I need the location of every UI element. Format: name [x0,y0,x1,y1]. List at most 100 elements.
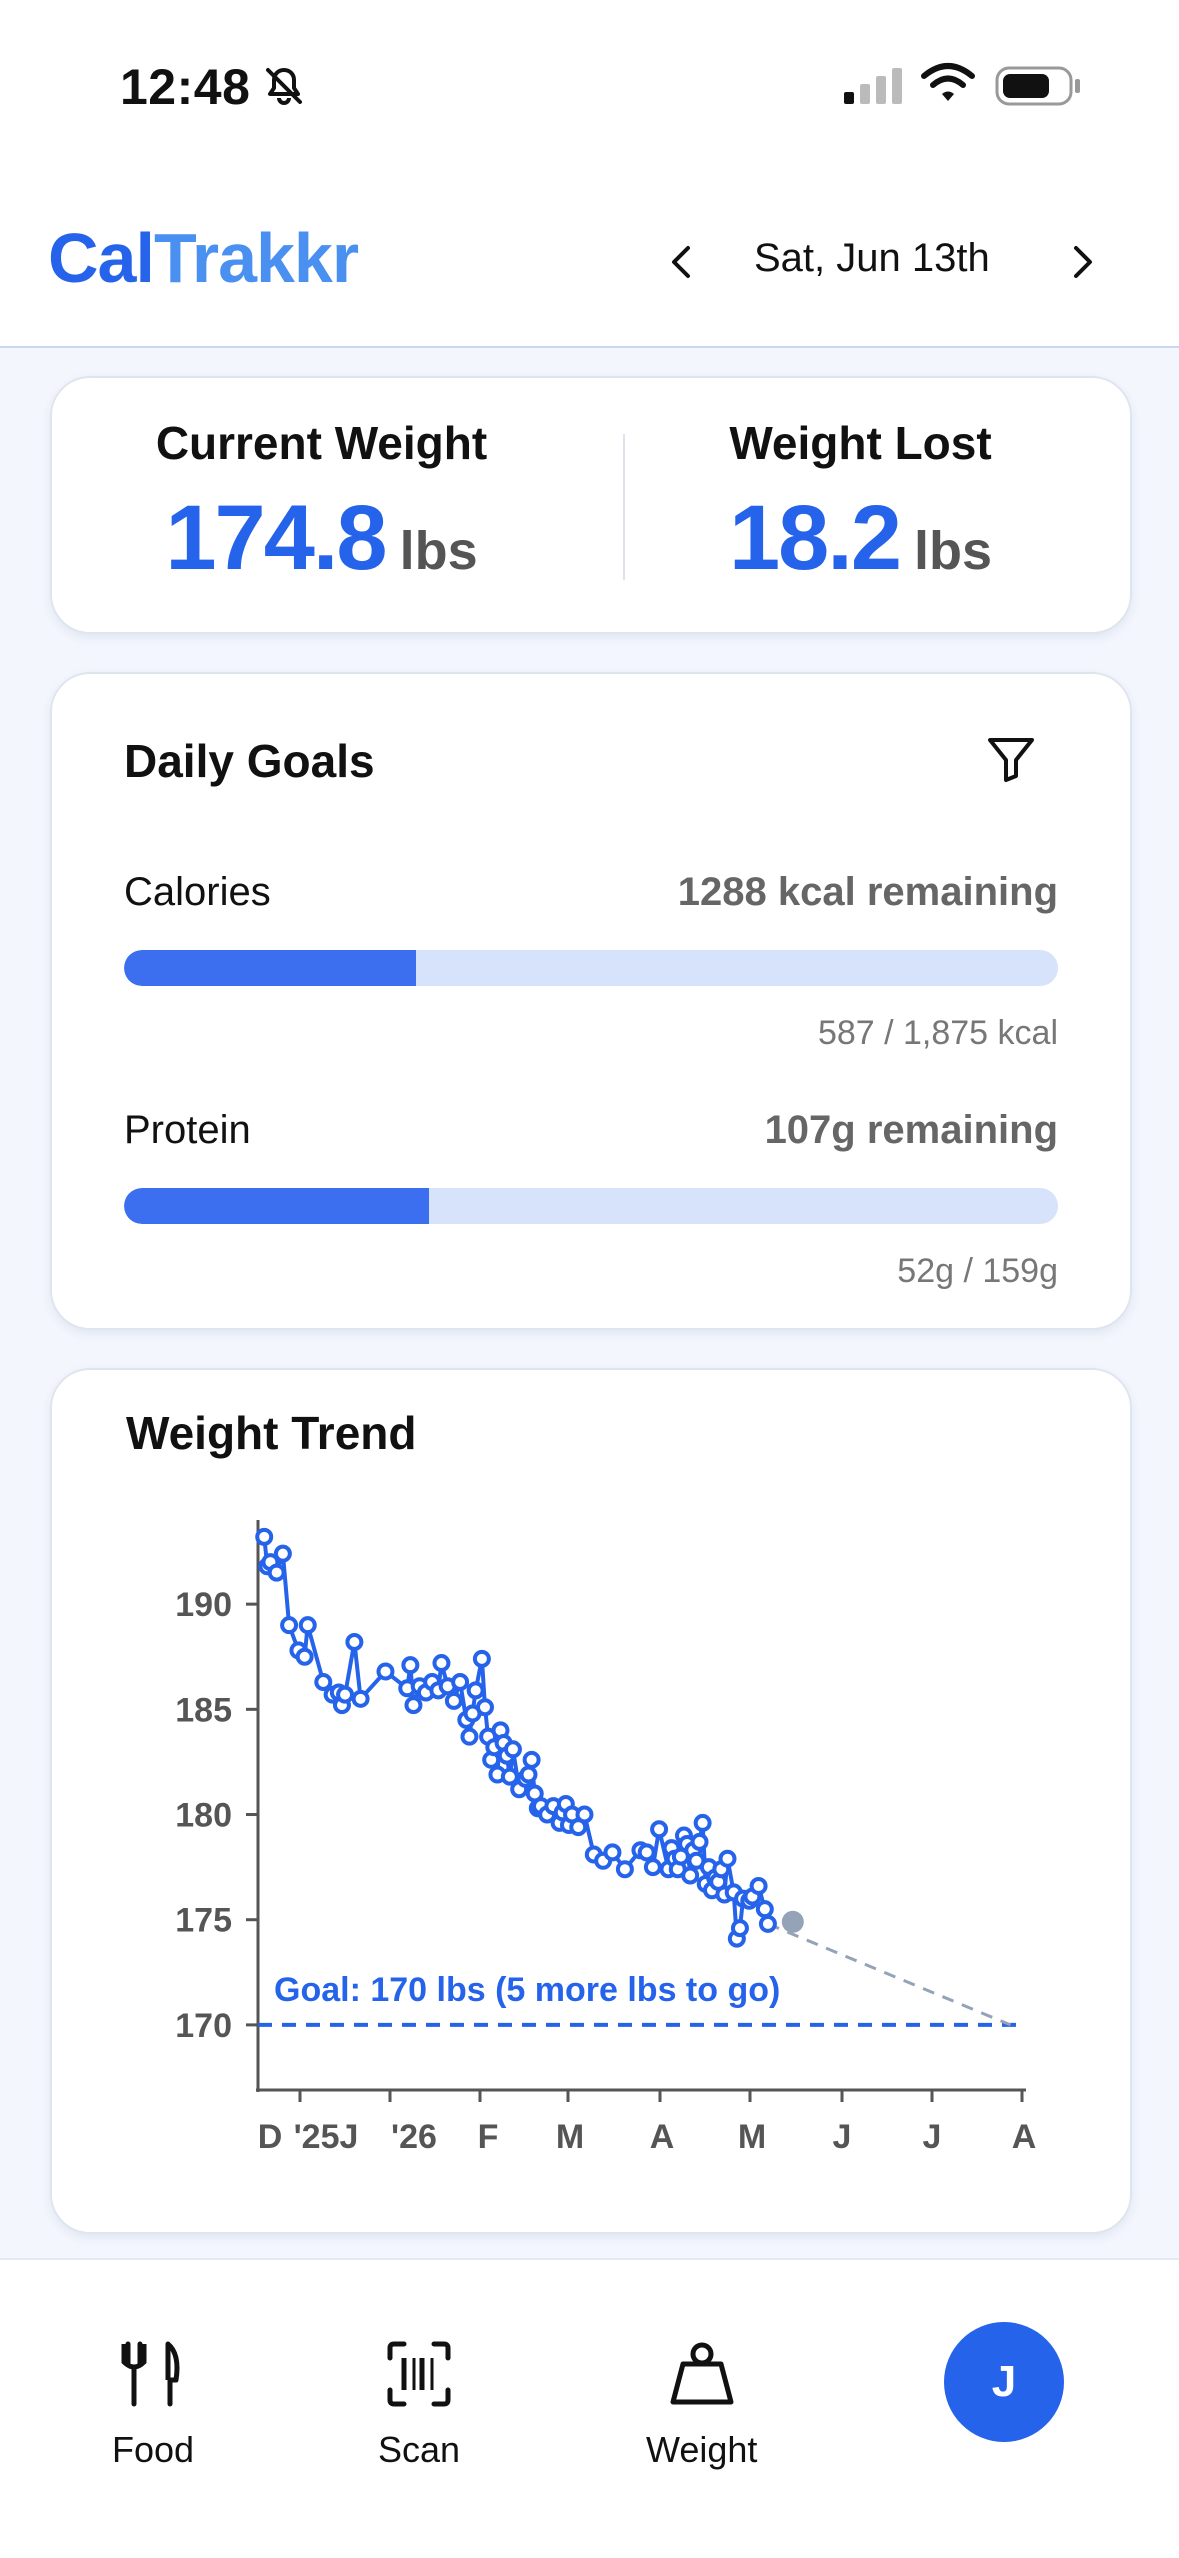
protein-detail: 52g / 159g [897,1252,1058,1290]
y-tick-label: 170 [175,2007,232,2045]
current-weight-label: Current Weight [155,417,488,469]
weight-lost-stat: Weight Lost 18.2 lbs [591,378,1130,632]
y-tick-label: 185 [175,1691,232,1729]
chevron-left-icon[interactable] [662,240,702,284]
x-tick-label: F [478,2118,499,2156]
weight-point [758,1914,777,1933]
tab-scan[interactable]: Scan [378,2340,460,2471]
app-header: CalTrakkr Sat, Jun 13th [0,160,1179,348]
weight-point [475,1698,494,1717]
weight-point [730,1919,749,1938]
weight-point [755,1900,774,1919]
projection-point [781,1910,804,1933]
current-weight-unit: lbs [399,521,478,581]
protein-remaining: 107g remaining [764,1108,1058,1152]
chevron-right-icon[interactable] [1062,240,1102,284]
weight-point [615,1860,634,1879]
tab-weight[interactable]: Weight [646,2340,757,2471]
weight-point [519,1765,538,1784]
weight-lost-value: 18.2 lbs [728,487,993,589]
bottom-nav: Food Scan Weight J [0,2258,1179,2558]
weight-point [637,1843,656,1862]
weight-lost-unit: lbs [914,521,993,581]
weight-point [690,1832,709,1851]
calories-detail: 587 / 1,875 kcal [817,1014,1058,1052]
x-tick-label: J [923,2118,942,2156]
weight-point [401,1656,420,1675]
projection-line [767,1922,1012,2027]
calories-label: Calories [124,870,271,914]
x-tick-label: '25J [294,2118,359,2156]
weight-point [575,1805,594,1824]
y-tick-label: 190 [175,1586,232,1624]
protein-progress-fill [124,1188,430,1224]
x-tick-label: M [556,2118,584,2156]
goal-label: Goal: 170 lbs (5 more lbs to go) [274,1971,780,2009]
weight-point [255,1527,274,1546]
weight-point [460,1727,479,1746]
x-tick-label: M [738,2118,766,2156]
weight-point [643,1858,662,1877]
weight-point [466,1681,485,1700]
calories-progress-bar [124,950,1058,986]
fork-knife-icon [121,2341,180,2407]
weight-point [650,1820,669,1839]
current-weight-stat: Current Weight 174.8 lbs [52,378,591,632]
weight-point [451,1672,470,1691]
tab-weight-label: Weight [646,2429,758,2470]
weight-point [280,1616,299,1635]
x-tick-label: D [258,2118,283,2156]
date-label[interactable]: Sat, Jun 13th [754,236,990,281]
x-tick-label: J [833,2118,852,2156]
app-logo: CalTrakkr [48,219,359,297]
protein-progress-bar [124,1188,1058,1224]
cellular-signal-icon [844,68,902,104]
tab-food-label: Food [112,2429,195,2470]
weight-point [503,1740,522,1759]
battery-icon [995,66,1080,106]
weight-point [267,1563,286,1582]
wifi-icon [921,63,975,101]
y-tick-label: 180 [175,1797,232,1835]
weight-trend-chart: 170 175 180 185 190 D '25J '26 F M A M J J A Goal: 170 … [175,1520,1037,2156]
y-tick-label: 175 [175,1902,232,1940]
weight-point [444,1691,463,1710]
weight-stats-card: Current Weight 174.8 lbs Weight Lost 18.2… [50,376,1132,634]
weight-point [295,1647,314,1666]
bell-muted-icon [266,68,302,105]
weight-point [681,1866,700,1885]
avatar[interactable]: J [944,2322,1064,2442]
calories-remaining: 1288 kcal remaining [677,870,1058,914]
weight-point [273,1544,292,1563]
weight-point [749,1877,768,1896]
weight-point [404,1696,423,1715]
x-tick-label: '26 [391,2118,437,2156]
x-tick-label: A [1012,2118,1037,2156]
weight-lost-label: Weight Lost [729,417,992,469]
tab-food[interactable]: Food [112,2340,194,2471]
weight-point [432,1654,451,1673]
x-tick-label: A [650,2118,675,2156]
barcode-scan-icon [387,2341,451,2407]
filter-icon[interactable] [984,732,1038,786]
weight-scale-icon [670,2342,734,2405]
current-weight-value: 174.8 lbs [165,487,478,589]
weight-point [603,1843,622,1862]
protein-label: Protein [124,1108,251,1152]
calories-progress-fill [124,950,417,986]
tab-scan-label: Scan [378,2429,461,2470]
weight-trend-card: Weight Trend 170 175 180 185 190 D '25J '26 F M A M… [50,1368,1132,2234]
weight-point [472,1649,491,1668]
daily-goals-title: Daily Goals [124,735,375,787]
weight-point [693,1813,712,1832]
weight-point [336,1685,355,1704]
weight-point [718,1849,737,1868]
status-bar: 12:48 [0,0,1179,160]
weight-point [376,1662,395,1681]
status-time: 12:48 [120,59,251,115]
weight-point [522,1750,541,1769]
weight-point [345,1633,364,1652]
weight-point [351,1689,370,1708]
daily-goals-card: Daily Goals Calories 1288 kcal remaining… [50,672,1132,1330]
weight-point [298,1616,317,1635]
